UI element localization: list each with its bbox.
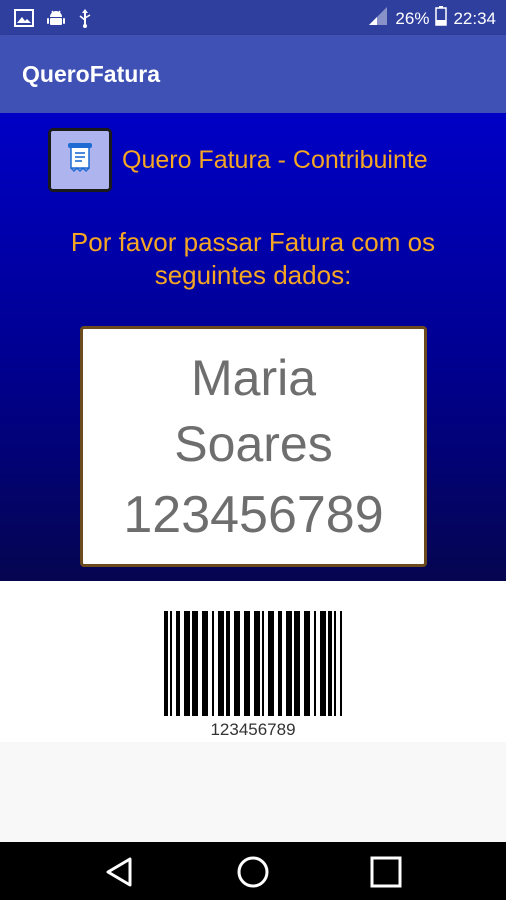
barcode-bar bbox=[254, 611, 260, 716]
last-name: Soares bbox=[174, 416, 333, 472]
barcode-bar bbox=[176, 611, 180, 716]
barcode-image bbox=[164, 611, 342, 716]
receipt-icon bbox=[66, 142, 94, 179]
battery-percent: 26% bbox=[395, 8, 430, 28]
header-title: Quero Fatura - Contribuinte bbox=[122, 145, 428, 174]
barcode-bar bbox=[192, 611, 198, 716]
first-name: Maria bbox=[190, 350, 317, 406]
barcode-bar bbox=[212, 611, 214, 716]
barcode-bar bbox=[294, 611, 300, 716]
instruction-line-2: seguintes dados: bbox=[154, 260, 352, 290]
recents-button[interactable] bbox=[368, 854, 404, 890]
barcode-bar bbox=[328, 611, 332, 716]
barcode-bar bbox=[244, 611, 250, 716]
signal-icon bbox=[367, 6, 389, 31]
usb-icon bbox=[78, 8, 92, 33]
header-row: Quero Fatura - Contribuinte bbox=[48, 128, 428, 192]
instruction-text: Por favor passar Fatura com os seguintes… bbox=[20, 226, 486, 292]
barcode-bar bbox=[320, 611, 326, 716]
barcode-caption: 123456789 bbox=[210, 720, 296, 739]
recents-icon bbox=[368, 856, 404, 894]
home-icon bbox=[235, 856, 271, 894]
status-left-icons bbox=[14, 8, 92, 33]
status-time: 22:34 bbox=[453, 8, 496, 28]
barcode-bar bbox=[218, 611, 224, 716]
barcode-bar bbox=[234, 611, 240, 716]
android-icon bbox=[46, 8, 66, 33]
barcode-bar bbox=[304, 611, 310, 716]
back-button[interactable] bbox=[102, 854, 138, 890]
nif-number: 123456789 bbox=[123, 486, 384, 544]
barcode-bar bbox=[340, 611, 342, 716]
barcode-bar bbox=[314, 611, 316, 716]
barcode-bar bbox=[286, 611, 292, 716]
barcode-bar bbox=[268, 611, 274, 716]
image-icon bbox=[14, 9, 34, 32]
barcode-bar bbox=[164, 611, 168, 716]
barcode-bar bbox=[202, 611, 208, 716]
instruction-line-1: Por favor passar Fatura com os bbox=[70, 227, 436, 257]
battery-icon bbox=[435, 6, 448, 31]
status-bar: 26% 22:34 bbox=[0, 0, 506, 35]
barcode-bar bbox=[262, 611, 264, 716]
logo-button[interactable] bbox=[48, 128, 112, 192]
home-button[interactable] bbox=[235, 854, 271, 890]
barcode-bar bbox=[278, 611, 282, 716]
main-content: Quero Fatura - Contribuinte Por favor pa… bbox=[0, 113, 506, 581]
barcode-bar bbox=[170, 611, 172, 716]
barcode-bar bbox=[226, 611, 230, 716]
app-title: QueroFatura bbox=[22, 61, 161, 87]
barcode-area: 123456789 bbox=[0, 581, 506, 742]
navigation-bar bbox=[0, 842, 506, 900]
taxpayer-card: Maria Soares 123456789 bbox=[80, 326, 427, 567]
back-icon bbox=[102, 857, 138, 894]
status-right-icons: 26% 22:34 bbox=[367, 6, 496, 31]
barcode-bar bbox=[334, 611, 336, 716]
app-bar: QueroFatura bbox=[0, 35, 506, 113]
barcode-bar bbox=[184, 611, 190, 716]
